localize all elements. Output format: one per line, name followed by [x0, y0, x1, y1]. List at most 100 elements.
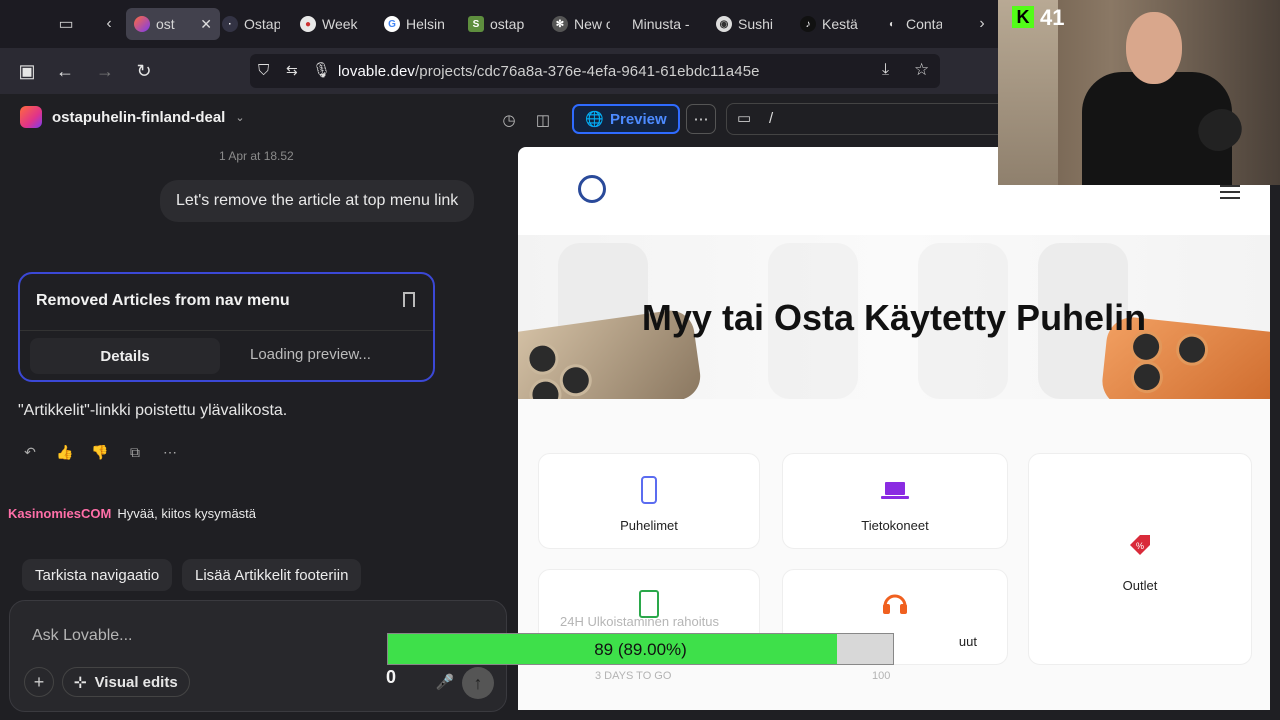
camera-lens [1129, 359, 1165, 395]
permissions-icon[interactable]: ⇆ [286, 62, 298, 79]
globe-icon: 🌐 [585, 111, 604, 128]
forward-icon[interactable]: → [92, 58, 118, 84]
phone-icon [641, 476, 657, 504]
svg-text:%: % [1136, 541, 1144, 551]
url-host: lovable.dev [338, 63, 415, 80]
route-path[interactable]: / [769, 110, 773, 127]
tab-label: Week [322, 16, 358, 32]
details-button[interactable]: Details [30, 338, 220, 374]
hero-title: Myy tai Osta Käytetty Puhelin [641, 297, 1147, 338]
suggestion-chip[interactable]: Lisää Artikkelit footeriin [182, 559, 362, 591]
tab-overview-icon[interactable]: ▭ [52, 10, 80, 38]
webcam-overlay: K 41 [998, 0, 1280, 185]
tab-favicon-icon: ● [300, 16, 316, 32]
loading-preview-text: Loading preview... [250, 346, 371, 363]
chat-username: KasinomiesCOM [8, 506, 112, 521]
viewer-count: 41 [1040, 5, 1065, 30]
camera-lens [527, 376, 564, 399]
tab-favicon-icon: · [222, 16, 238, 32]
tab[interactable]: ◐ Conta [884, 8, 942, 40]
lovable-favicon-icon [134, 16, 150, 32]
undo-icon[interactable]: ↶ [20, 442, 40, 462]
copy-icon[interactable]: ⧉ [125, 442, 145, 462]
visual-edits-button[interactable]: ⊹ Visual edits [62, 667, 190, 697]
bookmark-star-icon[interactable]: ☆ [914, 60, 929, 80]
tab[interactable]: ✻ New c [552, 8, 610, 40]
toggle-panel-icon[interactable]: ◫ [530, 108, 556, 132]
category-label: Tietokoneet [861, 518, 929, 533]
composer-placeholder[interactable]: Ask Lovable... [32, 627, 133, 645]
lovable-logo-icon [20, 106, 42, 128]
sidebar-toggle-icon[interactable]: ▣ [14, 58, 40, 84]
bookmark-icon[interactable] [403, 292, 415, 307]
tab[interactable]: Minusta - [632, 8, 692, 40]
tab[interactable]: ♪ Kestäv [800, 8, 858, 40]
visual-edits-label: Visual edits [94, 673, 178, 691]
tab[interactable]: ◉ Sushi [716, 8, 774, 40]
site-logo-icon[interactable] [578, 175, 606, 203]
history-icon[interactable]: ◷ [496, 108, 522, 132]
tab-label: ostap [490, 16, 525, 32]
card-title: Removed Articles from nav menu [36, 292, 290, 309]
category-label: Puhelimet [620, 518, 678, 533]
tab[interactable]: G Helsin [384, 8, 446, 40]
tab[interactable]: Sostap [468, 8, 528, 40]
add-attachment-button[interactable]: + [24, 667, 54, 697]
camera-lens [557, 362, 594, 399]
route-bar[interactable]: ▭ / [726, 103, 1006, 135]
category-card[interactable]: % Outlet [1028, 453, 1252, 665]
category-card[interactable]: Tietokoneet [782, 453, 1008, 549]
category-label: Outlet [1122, 578, 1158, 593]
kick-logo-icon: K [1012, 6, 1034, 28]
microphone-indicator-icon[interactable]: 🎙 [312, 61, 331, 79]
more-options-icon[interactable]: ⋯ [160, 442, 180, 462]
thumbs-up-icon[interactable]: 👍 [55, 442, 75, 462]
tag-icon: % [1130, 535, 1150, 555]
tab-label: New c [574, 16, 610, 32]
card-divider [20, 330, 433, 331]
headphones-icon [883, 594, 907, 614]
sushi-icon: ◉ [716, 16, 732, 32]
preview-label: Preview [609, 110, 667, 128]
tab-label: Sushi [738, 16, 774, 32]
tab[interactable]: ● Week [300, 8, 360, 40]
goal-progress-bar: 89 (89.00%) [387, 633, 894, 665]
tab-scroll-left-icon[interactable]: ‹ [95, 10, 123, 38]
hamburger-menu-icon[interactable] [1220, 185, 1240, 199]
user-message: Let's remove the article at top menu lin… [160, 180, 475, 222]
google-icon: G [384, 16, 400, 32]
shield-icon[interactable]: ⛉ [258, 62, 269, 79]
edit-summary-card: Removed Articles from nav menu Details L… [18, 272, 435, 382]
download-icon[interactable]: ⤓ [882, 61, 889, 79]
project-switcher[interactable]: ostapuhelin-finland-deal ⌄ [20, 106, 245, 128]
url-text: lovable.dev/projects/cdc76a8a-376e-4efa-… [338, 63, 760, 80]
openai-icon: ✻ [552, 16, 568, 32]
tab-close-icon[interactable]: ✕ [200, 16, 212, 33]
streamer-head [1126, 12, 1182, 84]
progress-text: 89 (89.00%) [594, 640, 687, 659]
stream-chat-message: KasinomiesCOM Hyvää, kiitos kysymästä [8, 506, 256, 521]
device-icon[interactable]: ▭ [737, 109, 751, 127]
preview-tab-button[interactable]: 🌐 Preview [572, 104, 680, 134]
laptop-icon [881, 482, 909, 499]
thumbs-down-icon[interactable]: 👎 [90, 442, 110, 462]
tab-scroll-right-icon[interactable]: › [968, 10, 996, 38]
tab[interactable]: · Ostap [222, 8, 280, 40]
camera-lens [524, 340, 561, 377]
message-timestamp: 1 Apr at 18.52 [219, 149, 294, 163]
hero-section: Myy tai Osta Käytetty Puhelin [518, 235, 1270, 399]
more-menu-button[interactable]: ⋯ [686, 104, 716, 134]
tab-active[interactable]: ost ✕ [126, 8, 220, 40]
microphone-icon[interactable]: 🎤 [430, 667, 460, 697]
shopify-icon: S [468, 16, 484, 32]
reload-icon[interactable]: ↻ [131, 58, 157, 84]
suggestion-chip[interactable]: Tarkista navigaatio [22, 559, 173, 591]
chevron-down-icon: ⌄ [235, 111, 245, 124]
back-icon[interactable]: ← [52, 58, 78, 84]
tab-label: Ostap [244, 16, 280, 32]
address-bar[interactable]: ⛉ ⇆ 🎙 lovable.dev/projects/cdc76a8a-376e… [250, 54, 940, 88]
send-button[interactable]: ↑ [462, 667, 494, 699]
category-card[interactable]: Puhelimet [538, 453, 760, 549]
project-name: ostapuhelin-finland-deal [52, 108, 226, 126]
tab-label: Helsin [406, 16, 445, 32]
